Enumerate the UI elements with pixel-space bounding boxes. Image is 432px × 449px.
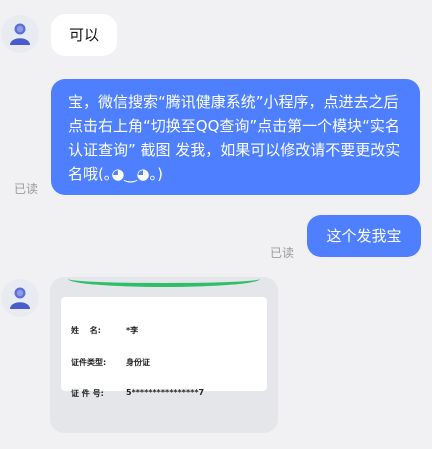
contact-avatar[interactable] [1,279,39,317]
read-receipt: 已读 [14,182,39,196]
message-bubble-incoming[interactable]: 可以 [51,14,117,56]
name-row: 姓 名: *李 [71,325,138,336]
user-icon [10,23,30,45]
id-number-row: 证 件 号: 5****************7 [71,388,204,399]
id-type-row: 证件类型: 身份证 [71,357,150,368]
green-header-arc [68,277,260,287]
id-type-label: 证件类型: [71,358,107,367]
contact-avatar[interactable] [1,15,39,53]
message-text: 可以 [68,26,99,44]
id-info-card: 姓 名: *李 证件类型: 身份证 证 件 号: 5**************… [61,297,267,398]
user-icon [10,287,30,309]
id-number-value: 5****************7 [126,388,205,397]
id-type-value: 身份证 [126,358,150,367]
message-bubble-outgoing[interactable]: 这个发我宝 [307,215,421,257]
name-label: 姓 名: [71,326,101,335]
read-receipt: 已读 [270,246,295,260]
message-bubble-outgoing[interactable]: 宝，微信搜索“腾讯健康系统”小程序，点进去之后点击右上角“切换至QQ查询”点击第… [51,79,420,195]
message-text: 这个发我宝 [326,227,402,245]
id-number-label: 证 件 号: [71,389,104,398]
name-value: *李 [126,326,139,335]
message-text: 宝，微信搜索“腾讯健康系统”小程序，点进去之后点击右上角“切换至QQ查询”点击第… [68,93,401,183]
image-message[interactable]: 姓 名: *李 证件类型: 身份证 证 件 号: 5**************… [50,277,278,433]
